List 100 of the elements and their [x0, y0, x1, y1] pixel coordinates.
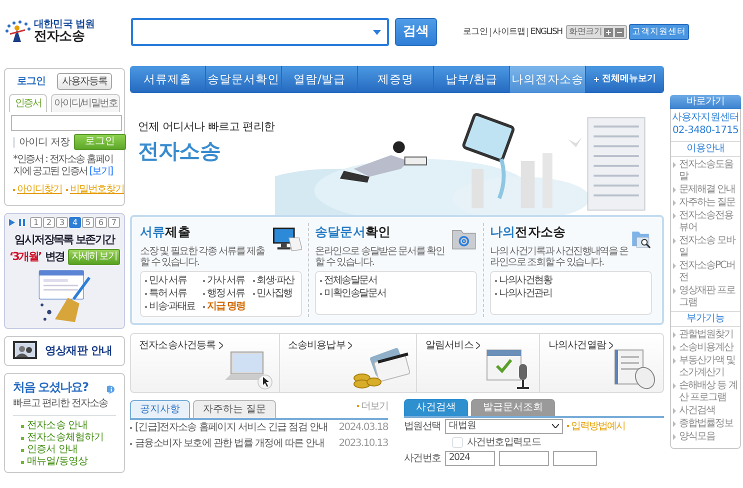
page-button[interactable]: 1: [30, 217, 42, 228]
plus-icon: [594, 77, 599, 82]
support-center-link[interactable]: 사용자지원센터: [671, 111, 740, 124]
all-menu-button[interactable]: 전체메뉴보기: [586, 66, 664, 93]
service-link[interactable]: 회생·파산: [252, 274, 297, 287]
nav-item[interactable]: 제증명: [358, 66, 434, 93]
header-link[interactable]: 로그인: [461, 28, 490, 36]
guide-link[interactable]: 매뉴얼/동영상: [21, 456, 116, 468]
case-type-select[interactable]: [498, 450, 549, 466]
service-link[interactable]: 지급 명령: [203, 300, 248, 313]
logo-title: 전자소송: [34, 30, 84, 45]
court-label: 법원선택: [404, 420, 441, 434]
header-link[interactable]: 사이트맵: [490, 28, 528, 36]
service-link[interactable]: 특허 서류: [145, 288, 198, 300]
service-title[interactable]: 서류제출: [140, 223, 273, 242]
nav-item[interactable]: 송달문서확인: [206, 66, 282, 93]
video-call-icon: [13, 341, 37, 361]
page-button[interactable]: 5: [82, 217, 94, 228]
quick-menu-link[interactable]: 전자소송도움말: [671, 159, 740, 183]
notice-tab[interactable]: 공지사항: [130, 400, 190, 418]
service-link[interactable]: 민사집행: [252, 288, 297, 300]
support-phone: 02-3480-1715: [671, 124, 740, 137]
case-number-field[interactable]: [552, 450, 597, 466]
find-link[interactable]: 아이디찾기: [13, 182, 62, 197]
chevron-down-icon: [552, 424, 559, 428]
service-link[interactable]: 나의사건현황: [495, 274, 647, 287]
zoom-in-button[interactable]: [604, 28, 613, 36]
quick-link-card[interactable]: 알림서비스: [416, 334, 540, 392]
pause-icon[interactable]: [19, 219, 25, 226]
first-visit-title: 처음 오셨나요?: [13, 379, 90, 396]
quick-menu-link[interactable]: 손해배상 등 계산 프로그램: [671, 380, 740, 404]
search-field[interactable]: [131, 18, 389, 46]
quick-menu-link[interactable]: 전자소송전용뷰어: [671, 210, 740, 234]
guide-link[interactable]: 전자소송 안내: [21, 420, 116, 432]
more-link[interactable]: 더보기: [357, 398, 388, 418]
service-description: 온라인으로 송달받은 문서를 확인 할 수 있습니다.: [315, 246, 446, 268]
quick-menu-link[interactable]: 문제해결 안내: [671, 184, 740, 196]
service-link[interactable]: 가사 서류: [203, 274, 248, 287]
service-title[interactable]: 나의전자소송: [490, 223, 631, 242]
id-field[interactable]: [11, 115, 122, 131]
quick-menu-link[interactable]: 종합법률정보: [671, 418, 740, 430]
case-number-mode-checkbox[interactable]: [452, 436, 463, 448]
login-tab[interactable]: 아이디/비밀번호: [51, 94, 120, 112]
certificate-note: *인증서 : 전자소송 홈페이지에 공고된 인증서 [보기]: [12, 154, 114, 178]
page-button[interactable]: 6: [95, 217, 107, 228]
service-description: 소장 및 필요한 각종 서류를 제출할 수 있습니다.: [140, 246, 266, 268]
notice-date: 2023.10.13: [338, 436, 388, 451]
find-link[interactable]: 비밀번호찾기: [66, 182, 124, 197]
guide-link[interactable]: 인증서 안내: [21, 444, 116, 456]
zoom-out-button[interactable]: [614, 28, 624, 36]
header-link[interactable]: ENGLISH: [527, 28, 564, 36]
search-tab[interactable]: 발급문서조회: [471, 398, 555, 416]
service-link[interactable]: 비송·과태료: [145, 300, 198, 313]
service-link[interactable]: 미확인송달문서: [320, 288, 472, 300]
support-center-button[interactable]: 고객지원센터: [628, 24, 689, 40]
service-link[interactable]: 민사 서류: [145, 274, 198, 287]
quick-link-card[interactable]: 전자소송사건등록: [131, 334, 279, 392]
service-link[interactable]: 전체송달문서: [320, 274, 472, 287]
nav-item[interactable]: 서류제출: [130, 66, 206, 93]
search-tab[interactable]: 사건검색: [404, 398, 468, 416]
nav-item[interactable]: 나의전자소송: [510, 66, 586, 93]
quick-menu-link[interactable]: 관할법원찾기: [671, 329, 740, 341]
promo-highlight: ‘3개월’: [9, 248, 41, 264]
save-id-label: 아이디 저장: [19, 136, 70, 150]
quick-menu-link[interactable]: 전자소송 모바일: [671, 235, 740, 259]
quick-menu-link[interactable]: 전자소송PC버전: [671, 260, 740, 284]
details-button[interactable]: 자세히 보기: [68, 248, 120, 265]
login-tab[interactable]: 인증서: [9, 94, 47, 112]
quick-menu-link[interactable]: 양식모음: [671, 431, 740, 443]
quick-link-card[interactable]: 나의사건열람: [539, 334, 663, 392]
quick-menu-link[interactable]: 사건검색: [671, 405, 740, 417]
quick-menu-link[interactable]: 자주하는 질문: [671, 197, 740, 209]
promo-text: 변경: [44, 248, 64, 264]
chevron-icon: [609, 342, 613, 350]
quick-menu-section-title: 이용안내: [671, 141, 740, 157]
notice-link[interactable]: [긴급]전자소송 홈페이지 서비스 긴급 점검 안내: [130, 420, 328, 436]
service-title[interactable]: 송달문서확인: [315, 223, 452, 242]
service-link[interactable]: 행정 서류: [203, 288, 248, 300]
page-button[interactable]: 4: [69, 217, 81, 228]
quick-menu-link[interactable]: 소송비용계산: [671, 342, 740, 354]
service-link[interactable]: 나의사건관리: [495, 288, 647, 300]
search-button[interactable]: 검색: [395, 18, 437, 46]
quick-link-label: 전자소송사건등록: [139, 339, 216, 354]
view-link[interactable]: [보기]: [89, 166, 112, 177]
page-button[interactable]: 3: [56, 217, 68, 228]
page-button[interactable]: 7: [108, 217, 120, 228]
court-select[interactable]: 대법원: [444, 418, 563, 434]
nav-item[interactable]: 열람/발급: [282, 66, 358, 93]
guide-link[interactable]: 전자소송체험하기: [21, 432, 116, 444]
notice-tab[interactable]: 자주하는 질문: [193, 400, 276, 418]
play-icon[interactable]: [9, 219, 15, 226]
quick-menu-title: 바로가기: [670, 95, 741, 109]
quick-menu-link[interactable]: 영상재판 프로그램: [671, 285, 740, 309]
quick-menu-link[interactable]: 부동산가액 및 소가계산기: [671, 355, 740, 379]
quick-link-card[interactable]: 소송비용납부: [278, 334, 416, 392]
login-title: 로그인: [17, 75, 46, 89]
notice-link[interactable]: 금융소비자 보호에 관한 법률 개정에 따른 안내: [130, 436, 324, 452]
page-button[interactable]: 2: [43, 217, 55, 228]
year-select[interactable]: 2024: [444, 450, 495, 466]
register-button[interactable]: 사용자등록: [57, 73, 112, 90]
